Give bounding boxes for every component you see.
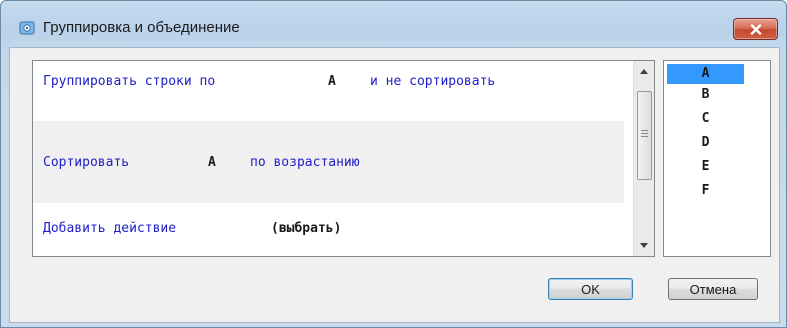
- letter-item[interactable]: C: [667, 109, 744, 129]
- column-letters-list[interactable]: A B C D E F: [663, 60, 771, 257]
- dialog-client-area: Группировать строки по A и не сортироват…: [9, 47, 780, 323]
- rule-row-group[interactable]: Группировать строки по A и не сортироват…: [33, 61, 624, 121]
- title-bar[interactable]: Группировка и объединение: [1, 1, 786, 47]
- letter-item[interactable]: F: [667, 181, 744, 201]
- dialog-window: Группировка и объединение Группировать с…: [0, 0, 787, 328]
- window-title: Группировка и объединение: [43, 19, 240, 36]
- close-x-icon: [750, 23, 761, 35]
- choose-action-value[interactable]: (выбрать): [271, 221, 341, 236]
- rule-option-text[interactable]: и не сортировать: [370, 74, 495, 89]
- dialog-app-icon: [19, 20, 35, 36]
- scroll-up-arrow-icon[interactable]: [634, 63, 654, 80]
- add-action-link[interactable]: Добавить действие: [43, 221, 176, 236]
- letter-item[interactable]: E: [667, 157, 744, 177]
- grip-line: [641, 136, 648, 137]
- letter-item[interactable]: D: [667, 133, 744, 153]
- rule-row-add-action[interactable]: Добавить действие (выбрать): [33, 203, 624, 256]
- cancel-button[interactable]: Отмена: [668, 278, 758, 300]
- rule-text[interactable]: Сортировать: [43, 155, 129, 170]
- rule-column-value[interactable]: A: [208, 155, 216, 170]
- scroll-thumb[interactable]: [637, 91, 652, 180]
- rule-text[interactable]: Группировать строки по: [43, 74, 215, 89]
- ok-button[interactable]: OK: [548, 278, 633, 300]
- rules-list[interactable]: Группировать строки по A и не сортироват…: [32, 60, 655, 257]
- rule-row-sort[interactable]: Сортировать A по возрастанию: [33, 121, 624, 203]
- grip-line: [641, 130, 648, 131]
- close-button[interactable]: [733, 18, 778, 40]
- letter-item-selected[interactable]: A: [667, 64, 744, 84]
- letter-item[interactable]: B: [667, 85, 744, 105]
- vertical-scrollbar[interactable]: [633, 61, 654, 256]
- grip-line: [641, 133, 648, 134]
- rule-option-text[interactable]: по возрастанию: [250, 155, 360, 170]
- scroll-down-arrow-icon[interactable]: [634, 237, 654, 254]
- rule-column-value[interactable]: A: [328, 74, 336, 89]
